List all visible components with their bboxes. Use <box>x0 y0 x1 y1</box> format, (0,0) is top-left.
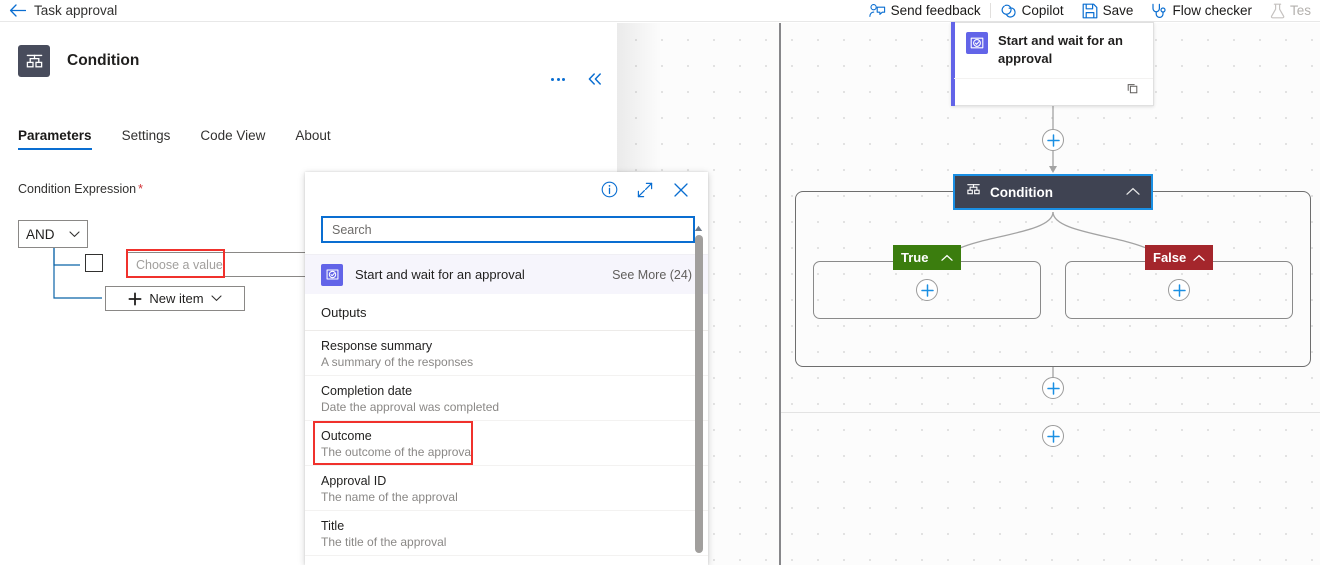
approval-action-card[interactable]: Start and wait for an approval <box>951 22 1154 106</box>
approval-clock-icon <box>966 32 988 54</box>
copy-pages-icon[interactable] <box>1126 83 1140 101</box>
chevron-up-icon <box>941 250 953 265</box>
plus-false-branch-button[interactable] <box>1168 279 1190 301</box>
approval-card-title: Start and wait for an approval <box>998 33 1123 66</box>
approval-card-body: Start and wait for an approval <box>952 23 1153 68</box>
close-x-icon[interactable] <box>671 180 691 200</box>
scrollbar-thumb[interactable] <box>694 235 703 553</box>
condition-node[interactable]: Condition <box>953 174 1153 210</box>
list-item-title: Completion date <box>321 384 413 398</box>
list-item-desc: Date the approval was completed <box>321 400 500 414</box>
plus-after-scope-button[interactable] <box>1042 377 1064 399</box>
info-circle-icon[interactable] <box>599 180 619 200</box>
list-item-outcome[interactable]: Outcome The outcome of the approval <box>305 421 708 466</box>
plus-above-condition-button[interactable] <box>1042 129 1064 151</box>
condition-branch-icon <box>966 182 981 202</box>
list-item-desc: The title of the approval <box>321 535 447 549</box>
plus-true-branch-button[interactable] <box>916 279 938 301</box>
search-placeholder: Search <box>332 222 372 237</box>
plus-circle-icon <box>1046 133 1060 147</box>
plus-circle-icon <box>920 283 934 297</box>
list-item[interactable]: Title The title of the approval <box>305 511 708 556</box>
list-item[interactable]: Completion date Date the approval was co… <box>305 376 708 421</box>
plus-flow-end-button[interactable] <box>1042 425 1064 447</box>
list-item-title: Approval ID <box>321 474 387 488</box>
scroll-up-arrow-icon[interactable] <box>694 224 703 232</box>
list-item-desc: The outcome of the approval <box>321 445 474 459</box>
list-item-title: Title <box>321 519 345 533</box>
true-label-text: True <box>901 250 929 265</box>
approval-clock-icon <box>321 263 343 286</box>
list-item-title: Response summary <box>321 339 433 353</box>
list-item[interactable]: Response summary A summary of the respon… <box>305 331 708 376</box>
dynamic-content-list: Response summary A summary of the respon… <box>305 331 708 556</box>
outputs-section-title: Outputs <box>305 294 708 331</box>
expand-diagonal-icon[interactable] <box>635 180 655 200</box>
dynamic-content-panel: Search Start and wait for an approval Se… <box>305 172 708 565</box>
list-item-desc: A summary of the responses <box>321 355 474 369</box>
dynamic-panel-scrollbar[interactable] <box>694 224 703 556</box>
chevron-up-icon[interactable] <box>1126 183 1140 201</box>
plus-circle-icon <box>1172 283 1186 297</box>
false-branch-label[interactable]: False <box>1145 245 1213 270</box>
dynamic-search-wrapper: Search <box>305 207 708 254</box>
see-more-link[interactable]: See More (24) <box>612 268 692 282</box>
list-item-title: Outcome <box>321 429 372 443</box>
search-input[interactable]: Search <box>321 216 695 243</box>
approval-card-footer <box>954 78 1153 105</box>
false-label-text: False <box>1153 250 1187 265</box>
dynamic-source-name: Start and wait for an approval <box>355 267 525 282</box>
true-branch-label[interactable]: True <box>893 245 961 270</box>
dynamic-source-row[interactable]: Start and wait for an approval See More … <box>305 254 708 294</box>
list-item-desc: The name of the approval <box>321 490 458 504</box>
plus-circle-icon <box>1046 381 1060 395</box>
plus-circle-icon <box>1046 429 1060 443</box>
dynamic-panel-header <box>305 172 708 207</box>
chevron-up-icon <box>1193 250 1205 265</box>
list-item[interactable]: Approval ID The name of the approval <box>305 466 708 511</box>
condition-node-label: Condition <box>990 184 1053 200</box>
flow-designer-root: Task approval Send feedback Copilot Save… <box>0 0 1320 565</box>
